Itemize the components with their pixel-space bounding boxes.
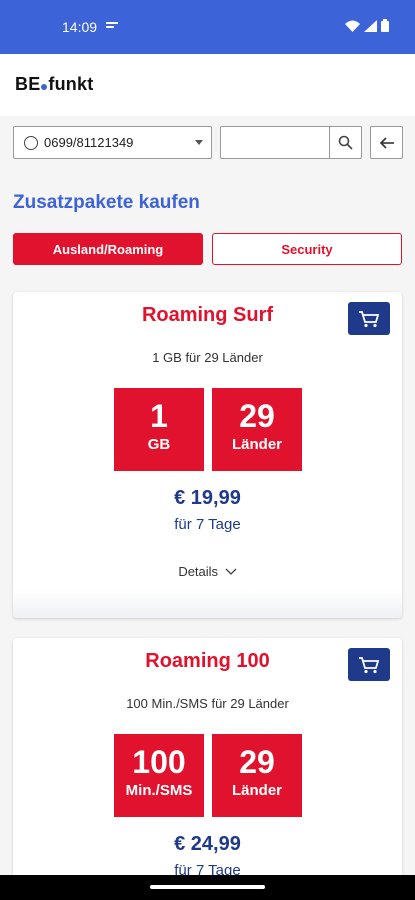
wifi-icon	[345, 19, 360, 37]
befunkt-logo[interactable]: BE funkt	[15, 74, 93, 95]
tile-value: 29	[239, 744, 275, 780]
add-to-cart-button[interactable]	[348, 302, 390, 335]
search-input[interactable]	[220, 126, 330, 159]
package-title: Roaming Surf	[141, 304, 274, 326]
tile-value: 1	[150, 398, 168, 434]
details-label: Details	[178, 564, 219, 579]
logo-text-right: funkt	[48, 74, 94, 94]
search-icon	[338, 135, 353, 150]
app-bar: BE funkt	[0, 54, 415, 116]
tab-security[interactable]: Security	[212, 233, 402, 265]
tab-ausland-roaming[interactable]: Ausland/Roaming	[13, 233, 203, 265]
chevron-down-icon	[225, 568, 237, 575]
tile-value: 29	[239, 398, 275, 434]
back-button[interactable]	[370, 126, 403, 159]
package-price: € 19,99	[174, 487, 241, 509]
tile-value: 100	[132, 744, 186, 780]
status-bar: 14:09	[0, 0, 415, 54]
tile-unit: GB	[147, 436, 171, 453]
package-duration: für 7 Tage	[174, 516, 241, 533]
section-title: Zusatzpakete kaufen	[13, 192, 200, 213]
data-volume-tile: 1 GB	[114, 388, 204, 471]
shopping-cart-icon	[359, 656, 380, 673]
minutes-sms-tile: 100 Min./SMS	[114, 734, 204, 817]
message-icon	[106, 20, 118, 34]
phone-number-select[interactable]: 0699/81121349	[13, 126, 212, 159]
status-time: 14:09	[62, 19, 98, 35]
user-icon	[24, 135, 38, 150]
arrow-left-icon	[379, 136, 394, 149]
system-navigation-bar	[0, 875, 415, 900]
countries-tile: 29 Länder	[212, 734, 302, 817]
phone-number-value: 0699/81121349	[44, 135, 134, 150]
card-footer-fade	[13, 590, 402, 618]
search-button[interactable]	[329, 126, 362, 159]
logo-text-left: BE	[15, 74, 41, 94]
package-card: Roaming 100 100 Min./SMS für 29 Länder 1…	[13, 638, 402, 888]
details-toggle[interactable]: Details	[13, 564, 402, 579]
add-to-cart-button[interactable]	[348, 648, 390, 681]
signal-icon	[364, 19, 377, 37]
tile-unit: Min./SMS	[125, 782, 193, 799]
package-subtitle: 1 GB für 29 Länder	[152, 350, 263, 365]
package-title: Roaming 100	[145, 650, 270, 672]
tile-unit: Länder	[231, 436, 282, 453]
chevron-down-icon	[195, 140, 203, 145]
logo-dot	[41, 84, 48, 90]
package-subtitle: 100 Min./SMS für 29 Länder	[126, 696, 289, 711]
home-gesture-handle[interactable]	[150, 885, 265, 889]
shopping-cart-icon	[359, 310, 380, 327]
package-card: Roaming Surf 1 GB für 29 Länder 1 GB 29 …	[13, 292, 402, 618]
countries-tile: 29 Länder	[212, 388, 302, 471]
package-price: € 24,99	[174, 833, 241, 855]
tile-unit: Länder	[231, 782, 282, 799]
battery-icon	[381, 19, 389, 37]
